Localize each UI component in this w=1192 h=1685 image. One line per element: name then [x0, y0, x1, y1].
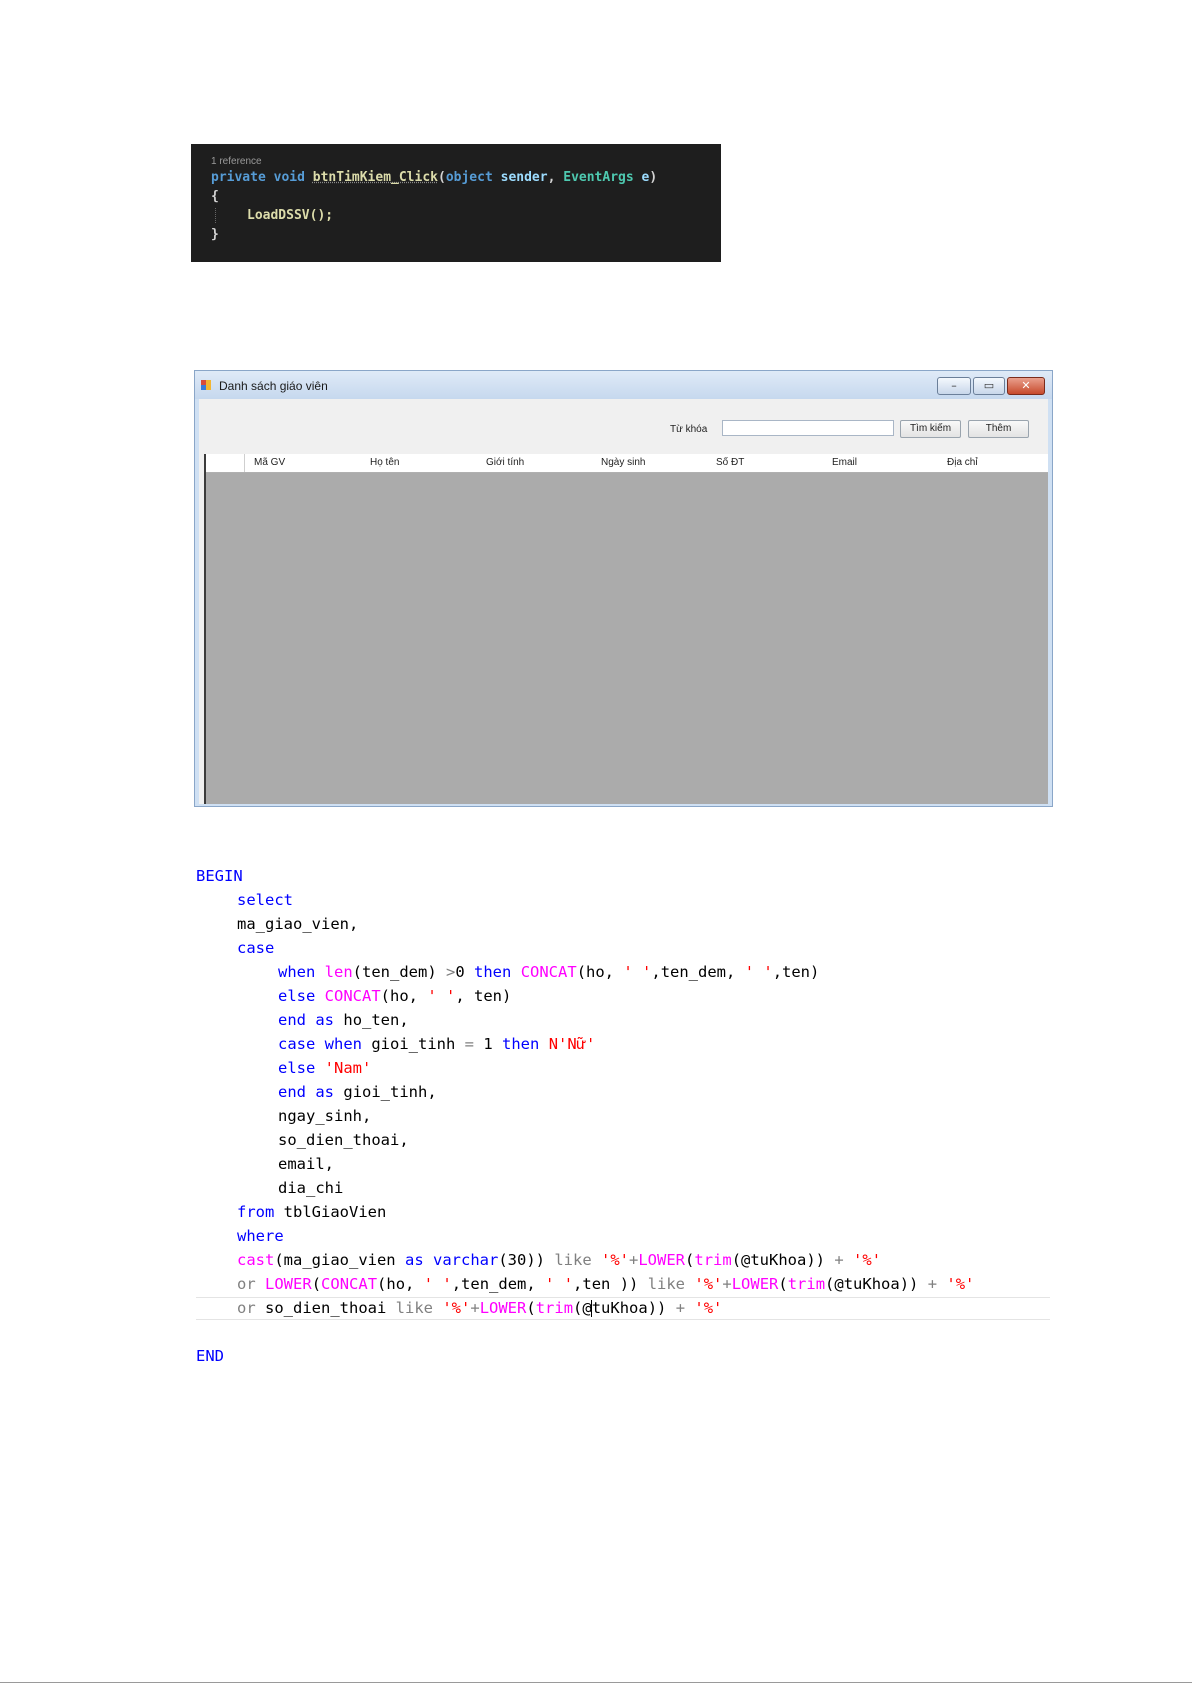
sql-case: case [237, 939, 275, 957]
close-paren: ) [649, 170, 658, 185]
keyword-label: Từ khóa [670, 424, 708, 435]
kw-void: void [273, 170, 305, 185]
sql-else-line: else CONCAT(ho, ' ', ten) [278, 987, 512, 1005]
sql-where: where [237, 1227, 284, 1245]
open-paren: ( [438, 170, 446, 185]
keyword-input[interactable] [722, 420, 894, 436]
sql-col-ngay-sinh: ngay_sinh, [278, 1107, 372, 1125]
teacher-data-grid[interactable]: Mã GV Họ tên Giới tính Ngày sinh Số ĐT E… [204, 454, 1048, 804]
kw-private: private [211, 170, 266, 185]
csharp-code-snippet: 1 reference private void btnTimKiem_Clic… [191, 144, 721, 262]
sql-col-email: email, [278, 1155, 334, 1173]
window-client-area: Từ khóa Tìm kiếm Thêm Mã GV Họ tên Giới … [199, 399, 1048, 804]
column-header-dia-chi[interactable]: Địa chỉ [947, 457, 978, 468]
maximize-button[interactable]: ▭ [973, 377, 1005, 395]
sql-condition-3[interactable]: or so_dien_thoai like '%'+LOWER(trim(@tu… [237, 1298, 722, 1318]
code-line-method-signature: private void btnTimKiem_Click(object sen… [211, 168, 721, 187]
comma: , [547, 170, 556, 185]
column-header-ma-gv[interactable]: Mã GV [254, 457, 285, 468]
sql-col-so-dien-thoai: so_dien_thoai, [278, 1131, 409, 1149]
column-header-so-dt[interactable]: Số ĐT [716, 457, 744, 468]
minimize-button[interactable]: – [937, 377, 971, 395]
method-name: btnTimKiem_Click [312, 170, 438, 185]
teacher-list-window: Danh sách giáo viên – ▭ ✕ Từ khóa Tìm ki… [194, 370, 1053, 807]
column-header-ngay-sinh[interactable]: Ngày sinh [601, 457, 645, 468]
sql-else-nam-line: else 'Nam' [278, 1059, 372, 1077]
sql-select: select [237, 891, 293, 909]
close-button[interactable]: ✕ [1007, 377, 1045, 395]
minimize-icon: – [951, 379, 957, 392]
sql-end-gioi-tinh-line: end as gioi_tinh, [278, 1083, 437, 1101]
app-icon [201, 380, 211, 390]
sql-end-ho-ten-line: end as ho_ten, [278, 1011, 409, 1029]
search-button[interactable]: Tìm kiếm [900, 420, 961, 438]
code-line-open-brace: { [211, 189, 219, 204]
call-loaddssv: LoadDSSV(); [247, 208, 334, 223]
codelens-reference[interactable]: 1 reference [211, 155, 721, 168]
maximize-icon: ▭ [983, 379, 995, 392]
column-header-email[interactable]: Email [832, 457, 857, 468]
code-line-close-brace: } [211, 227, 219, 242]
sql-end: END [196, 1347, 224, 1365]
grid-header-row: Mã GV Họ tên Giới tính Ngày sinh Số ĐT E… [206, 454, 1048, 473]
sql-condition-1: cast(ma_giao_vien as varchar(30)) like '… [237, 1251, 882, 1269]
param-sender: sender [500, 170, 548, 185]
kw-object: object [445, 170, 493, 185]
type-eventargs: EventArgs [563, 170, 634, 185]
sql-condition-2: or LOWER(CONCAT(ho, ' ',ten_dem, ' ',ten… [237, 1275, 975, 1293]
sql-col-dia-chi: dia_chi [278, 1179, 344, 1197]
code-line-call: LoadDSSV(); [211, 206, 721, 225]
row-header-cell[interactable] [206, 454, 245, 472]
page-bottom-rule [0, 1682, 1192, 1683]
sql-case-gioi-tinh-line: case when gioi_tinh = 1 then N'Nữ' [278, 1035, 596, 1053]
close-icon: ✕ [1021, 379, 1031, 392]
window-title: Danh sách giáo viên [219, 379, 328, 393]
column-header-gioi-tinh[interactable]: Giới tính [486, 457, 524, 468]
column-header-ho-ten[interactable]: Họ tên [370, 457, 399, 468]
add-button[interactable]: Thêm [968, 420, 1029, 438]
window-titlebar[interactable]: Danh sách giáo viên – ▭ ✕ [195, 371, 1052, 399]
sql-from-line: from tblGiaoVien [237, 1203, 387, 1221]
sql-begin: BEGIN [196, 867, 243, 885]
sql-when-line: when len(ten_dem) >0 then CONCAT(ho, ' '… [278, 963, 820, 981]
indent-guide [215, 208, 217, 223]
sql-col-ma-giao-vien: ma_giao_vien, [237, 915, 359, 933]
